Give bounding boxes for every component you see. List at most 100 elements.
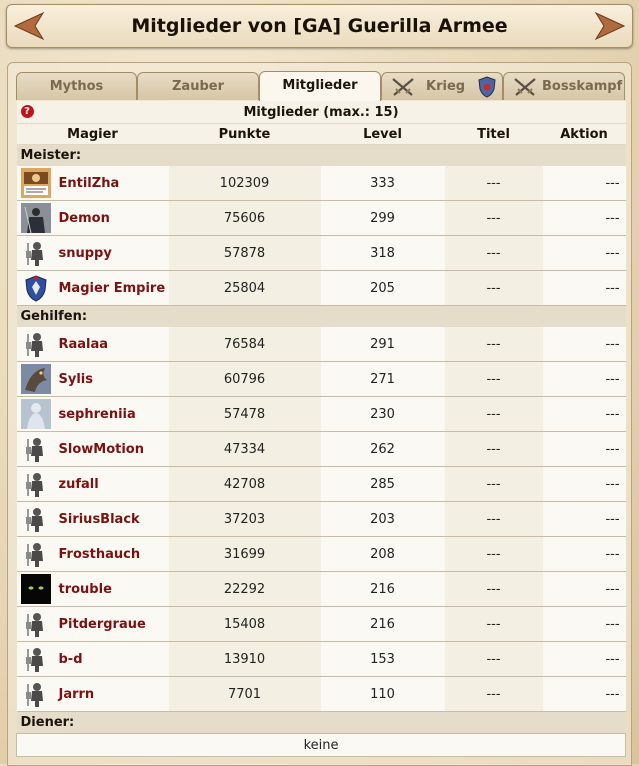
level-cell: 299 (320, 200, 445, 236)
action-cell: --- (542, 327, 626, 362)
points-cell: 37203 (168, 501, 321, 537)
title-cell: --- (444, 606, 543, 642)
magier-cell: zufall (16, 466, 169, 502)
tab-krieg[interactable]: Krieg (381, 72, 503, 100)
avatar-icon[interactable] (20, 399, 51, 429)
title-cell: --- (444, 235, 543, 271)
col-header-level: Level (320, 123, 445, 145)
help-icon[interactable]: ? (20, 105, 34, 118)
group-header-row: Meister: (16, 144, 626, 166)
member-name-link[interactable]: sephreniia (59, 407, 136, 422)
level-cell: 208 (320, 536, 445, 572)
points-cell: 7701 (168, 676, 321, 712)
level-cell: 285 (320, 466, 445, 502)
avatar-icon[interactable] (20, 238, 51, 268)
title-cell: --- (444, 270, 543, 306)
title-cell: --- (444, 396, 543, 432)
tab-mitglieder[interactable]: Mitglieder (259, 71, 381, 102)
tab-label: Krieg (426, 79, 466, 94)
member-name-link[interactable]: zufall (59, 477, 99, 492)
tab-label: Mitglieder (282, 78, 358, 93)
table-row: Raalaa 76584 291 --- --- (16, 327, 626, 362)
avatar-icon[interactable] (20, 203, 51, 233)
avatar-icon[interactable] (20, 609, 51, 639)
table-row: b-d 13910 153 --- --- (16, 641, 626, 677)
title-cell: --- (444, 361, 543, 397)
member-name-link[interactable]: Demon (59, 211, 110, 226)
member-name-link[interactable]: Sylis (59, 372, 94, 387)
points-cell: 42708 (168, 466, 321, 502)
avatar-icon[interactable] (20, 434, 51, 464)
member-name-link[interactable]: snuppy (59, 246, 112, 261)
avatar-icon[interactable] (20, 539, 51, 569)
table-row: Pitdergraue 15408 216 --- --- (16, 606, 626, 642)
table-row: Sylis 60796 271 --- --- (16, 361, 626, 397)
title-cell: --- (444, 501, 543, 537)
avatar-icon[interactable] (20, 364, 51, 394)
table-row: Magier Empire 25804 205 --- --- (16, 270, 626, 306)
points-cell: 15408 (168, 606, 321, 642)
member-info: Raalaa (17, 329, 169, 359)
member-info: Pitdergraue (17, 609, 169, 639)
avatar-icon[interactable] (20, 679, 51, 709)
level-cell: 271 (320, 361, 445, 397)
col-header-titel: Titel (444, 123, 543, 145)
member-name-link[interactable]: Raalaa (59, 337, 109, 352)
avatar-icon[interactable] (20, 329, 51, 359)
magier-cell: Demon (16, 200, 169, 236)
action-cell: --- (542, 676, 626, 712)
title-cell: --- (444, 327, 543, 362)
member-name-link[interactable]: SiriusBlack (59, 512, 140, 527)
points-cell: 25804 (168, 270, 321, 306)
members-table: ? Mitglieder (max.: 15) Magier Punkte Le… (15, 101, 627, 757)
next-arrow-icon[interactable] (590, 11, 626, 41)
tab-bosskampf[interactable]: Bosskampf (503, 72, 625, 100)
member-info: snuppy (17, 238, 169, 268)
action-cell: --- (542, 466, 626, 502)
points-cell: 57478 (168, 396, 321, 432)
table-row: EntilZha 102309 333 --- --- (16, 166, 626, 201)
avatar-icon[interactable] (20, 469, 51, 499)
member-name-link[interactable]: b-d (59, 652, 83, 667)
avatar-icon[interactable] (20, 574, 51, 604)
title-cell: --- (444, 676, 543, 712)
avatar-icon[interactable] (20, 273, 51, 303)
tab-zauber[interactable]: Zauber (137, 72, 259, 100)
action-cell: --- (542, 166, 626, 201)
magier-cell: SiriusBlack (16, 501, 169, 537)
avatar-icon[interactable] (20, 168, 51, 198)
avatar-icon[interactable] (20, 644, 51, 674)
col-header-magier: Magier (16, 123, 169, 145)
member-name-link[interactable]: SlowMotion (59, 442, 144, 457)
action-cell: --- (542, 536, 626, 572)
points-cell: 75606 (168, 200, 321, 236)
table-row: sephreniia 57478 230 --- --- (16, 396, 626, 432)
magier-cell: sephreniia (16, 396, 169, 432)
level-cell: 291 (320, 327, 445, 362)
member-info: sephreniia (17, 399, 169, 429)
member-name-link[interactable]: trouble (59, 582, 112, 597)
points-cell: 60796 (168, 361, 321, 397)
member-name-link[interactable]: Jarrn (59, 687, 95, 702)
action-cell: --- (542, 200, 626, 236)
action-cell: --- (542, 501, 626, 537)
tab-mythos[interactable]: Mythos (16, 72, 137, 100)
magier-cell: b-d (16, 641, 169, 677)
tab-bar: Mythos Zauber Mitglieder Krieg Bosskampf (16, 71, 625, 102)
member-name-link[interactable]: Pitdergraue (59, 617, 146, 632)
level-cell: 216 (320, 571, 445, 607)
magier-cell: EntilZha (16, 166, 169, 201)
table-row: SlowMotion 47334 262 --- --- (16, 431, 626, 467)
group-label: Meister: (16, 144, 626, 166)
member-name-link[interactable]: Frosthauch (59, 547, 141, 562)
avatar-icon[interactable] (20, 504, 51, 534)
action-cell: --- (542, 606, 626, 642)
member-name-link[interactable]: EntilZha (59, 176, 120, 191)
member-info: trouble (17, 574, 169, 604)
member-info: Jarrn (17, 679, 169, 709)
action-cell: --- (542, 270, 626, 306)
magier-cell: Sylis (16, 361, 169, 397)
action-cell: --- (542, 396, 626, 432)
tab-label: Zauber (172, 79, 224, 94)
member-name-link[interactable]: Magier Empire (59, 281, 166, 296)
